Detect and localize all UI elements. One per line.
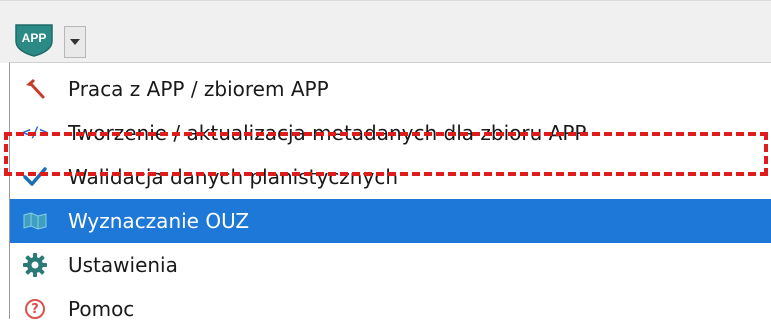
dropdown-menu: Praca z APP / zbiorem APP </> Tworzenie … (9, 62, 771, 321)
hammer-icon (22, 76, 48, 102)
toolbar: APP (0, 0, 771, 63)
map-icon (22, 208, 48, 234)
menu-item-label: Praca z APP / zbiorem APP (68, 77, 329, 101)
triangle-down-icon (70, 39, 80, 45)
app-plugin-button[interactable]: APP (14, 23, 54, 57)
menu-item-ustawienia[interactable]: Ustawienia (10, 243, 771, 287)
help-icon-text: ? (25, 299, 45, 319)
dropdown-button[interactable] (64, 26, 86, 58)
highlight-annotation-box (4, 132, 768, 176)
app-shield-icon: APP (15, 24, 53, 57)
menu-item-pomoc[interactable]: ? Pomoc (10, 287, 771, 331)
help-icon: ? (22, 296, 48, 322)
app-button-text: APP (22, 31, 47, 45)
menu-item-wyznaczanie-ouz[interactable]: Wyznaczanie OUZ (10, 199, 771, 243)
menu-item-label: Ustawienia (68, 253, 178, 277)
menu-item-label: Wyznaczanie OUZ (68, 209, 250, 233)
gear-icon (22, 252, 48, 278)
menu-item-praca-z-app[interactable]: Praca z APP / zbiorem APP (10, 67, 771, 111)
menu-item-label: Pomoc (68, 297, 135, 321)
